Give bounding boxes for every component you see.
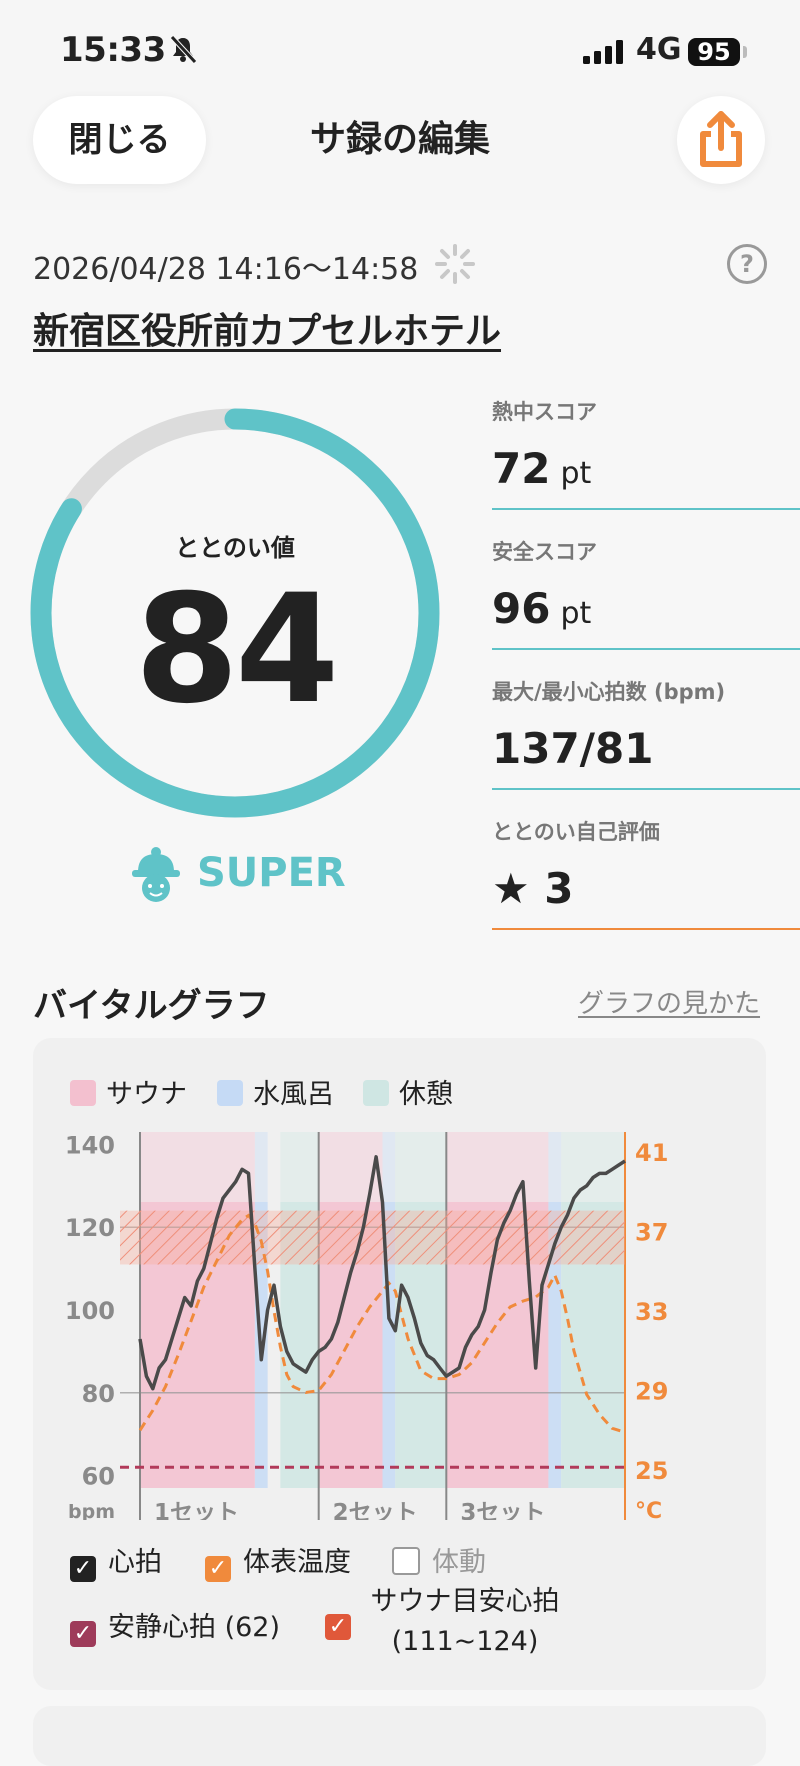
option-label: 体動 <box>432 1547 486 1578</box>
y-tick-label: 80 <box>82 1380 115 1408</box>
bell-muted-icon <box>170 35 197 64</box>
stat-label: 熱中スコア <box>492 400 597 424</box>
legend-label: 休憩 <box>399 1079 453 1110</box>
totonoi-rank: SUPER <box>197 850 346 896</box>
set-label: 2セット <box>333 1500 418 1520</box>
totonoi-value: 84 <box>134 563 340 737</box>
y2-tick-label: 29 <box>635 1378 668 1406</box>
session-datetime: 2026/04/28 14:16〜14:58 <box>33 252 419 287</box>
set-label: 1セット <box>154 1500 239 1520</box>
option-label: 体表温度 <box>243 1547 351 1578</box>
share-icon <box>700 111 742 167</box>
y-tick-label: 60 <box>82 1463 115 1491</box>
legend-swatch <box>363 1080 389 1106</box>
graph-guide-link[interactable]: グラフの見かた <box>578 983 760 1020</box>
stat-unit: pt <box>560 456 592 491</box>
sauna-hat-icon <box>132 847 180 902</box>
checkbox-body-motion[interactable] <box>392 1547 420 1575</box>
y-tick-label: 140 <box>65 1131 115 1159</box>
option-label-line2: (111~124) <box>391 1626 539 1657</box>
y2-tick-label: 41 <box>635 1139 668 1167</box>
stat-heart-rate: 最大/最小心拍数 (bpm) 137/81 <box>492 676 800 816</box>
stat-label: 最大/最小心拍数 (bpm) <box>492 680 726 704</box>
stat-heat-score: 熱中スコア 72 pt <box>492 396 800 536</box>
legend-swatch <box>70 1080 96 1106</box>
stat-label: 安全スコア <box>492 540 597 564</box>
next-card <box>33 1706 766 1766</box>
stat-label: ととのい自己評価 <box>492 820 660 844</box>
option-skin-temp[interactable]: ✓ 体表温度 <box>205 1540 351 1582</box>
checkbox-heart-rate[interactable]: ✓ <box>70 1556 96 1582</box>
vitals-chart: 140 120 100 80 60 41 37 33 29 25 bpm °C 1セット 2セット 3セット <box>65 1131 668 1520</box>
stat-underline <box>492 508 800 510</box>
stat-value: 137/81 <box>492 724 654 773</box>
legend-label: 水風呂 <box>253 1079 334 1110</box>
stat-unit: pt <box>560 596 592 631</box>
option-label: 安静心拍 (62) <box>108 1612 281 1643</box>
option-resting-hr[interactable]: ✓ 安静心拍 (62) <box>70 1605 280 1647</box>
legend-swatch <box>217 1080 243 1106</box>
y2-tick-label: 37 <box>635 1218 668 1246</box>
totonoi-label: ととのい値 <box>175 534 295 562</box>
stats-column: 熱中スコア 72 pt 安全スコア 96 pt 最大/最小心拍数 (bpm) 137… <box>492 396 800 956</box>
battery-nub <box>743 46 747 58</box>
option-label-line1: サウナ目安心拍 <box>370 1586 560 1617</box>
option-body-motion[interactable]: 体動 <box>392 1540 486 1579</box>
checkbox-resting-hr[interactable]: ✓ <box>70 1621 96 1647</box>
option-target-hr-label: サウナ目安心拍 (111~124) <box>355 1582 575 1662</box>
y-tick-label: 120 <box>65 1214 115 1242</box>
network-type: 4G <box>636 32 682 67</box>
y2-tick-label: 25 <box>635 1457 668 1485</box>
status-time: 15:33 <box>60 30 166 70</box>
option-label: 心拍 <box>108 1547 162 1578</box>
y2-tick-label: 33 <box>635 1298 668 1326</box>
stat-value: 96 <box>492 584 551 633</box>
option-heart-rate[interactable]: ✓ 心拍 <box>70 1540 162 1582</box>
legend-rest: 休憩 <box>363 1072 453 1111</box>
facility-name[interactable]: 新宿区役所前カプセルホテル <box>33 302 501 354</box>
battery-indicator: 95 <box>688 38 740 66</box>
legend-label: サウナ <box>106 1079 187 1110</box>
y-axis-unit: bpm <box>68 1501 115 1520</box>
stat-value: 72 <box>492 444 551 493</box>
legend-sauna: サウナ <box>70 1072 187 1111</box>
stat-safety-score: 安全スコア 96 pt <box>492 536 800 676</box>
legend-cold-bath: 水風呂 <box>217 1072 334 1111</box>
share-button[interactable] <box>677 96 765 184</box>
help-icon[interactable]: ? <box>727 244 767 284</box>
vitals-title: バイタルグラフ <box>33 986 270 1026</box>
stat-underline <box>492 788 800 790</box>
stat-underline <box>492 648 800 650</box>
signal-icon <box>583 40 623 64</box>
stat-self-rating[interactable]: ととのい自己評価 ★ 3 <box>492 816 800 956</box>
y-tick-label: 100 <box>65 1297 115 1325</box>
checkbox-skin-temp[interactable]: ✓ <box>205 1556 231 1582</box>
checkbox-target-hr[interactable]: ✓ <box>325 1614 351 1640</box>
set-label: 3セット <box>460 1500 545 1520</box>
y2-axis-unit: °C <box>635 1499 662 1520</box>
stat-underline <box>492 928 800 930</box>
stat-value: ★ 3 <box>492 864 574 913</box>
loading-spinner-icon <box>435 244 475 284</box>
